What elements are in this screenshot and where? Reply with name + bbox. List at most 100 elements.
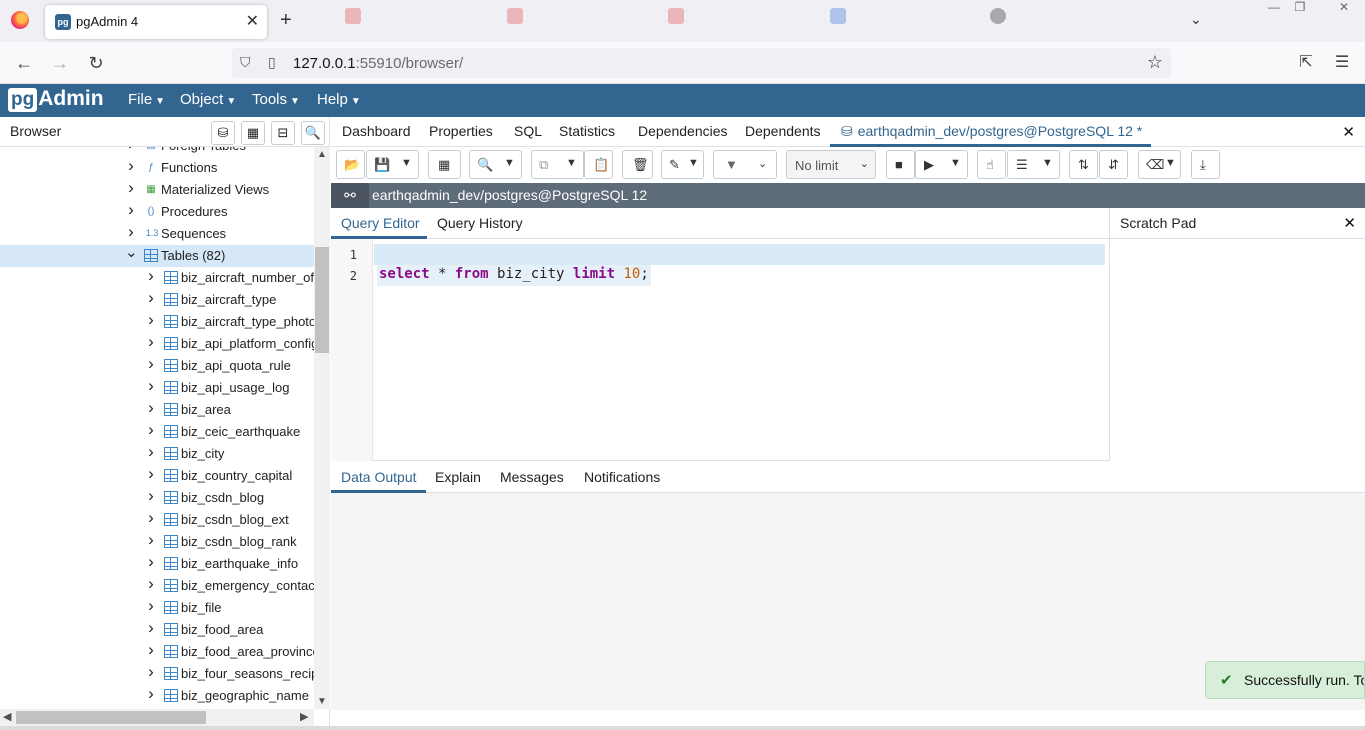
tree-item[interactable]: › biz_api_platform_config bbox=[0, 332, 314, 355]
firefox-logo-icon[interactable] bbox=[11, 11, 29, 29]
open-file-button[interactable]: 📂 bbox=[336, 150, 365, 179]
hamburger-menu-icon[interactable]: ☰ bbox=[1331, 52, 1353, 74]
chevron-down-icon[interactable]: ⌄ bbox=[125, 243, 138, 261]
new-tab-icon[interactable]: + bbox=[280, 9, 292, 31]
view-data-icon[interactable]: ▦ bbox=[241, 121, 265, 145]
tree-item[interactable]: › biz_area bbox=[0, 398, 314, 421]
tree-item[interactable]: › biz_four_seasons_recip bbox=[0, 662, 314, 685]
paste-button[interactable]: 📋 bbox=[584, 150, 613, 179]
chevron-right-icon[interactable]: › bbox=[145, 640, 157, 660]
extensions-icon[interactable]: ⇱ bbox=[1295, 52, 1317, 74]
chevron-right-icon[interactable]: › bbox=[145, 552, 157, 572]
chevron-right-icon[interactable]: › bbox=[125, 200, 137, 220]
tab-properties[interactable]: Properties bbox=[429, 123, 493, 139]
chevron-right-icon[interactable]: › bbox=[145, 574, 157, 594]
tab-sql[interactable]: SQL bbox=[514, 123, 542, 139]
tab-close-icon[interactable]: ✕ bbox=[246, 11, 259, 31]
scroll-thumb[interactable] bbox=[315, 247, 329, 353]
background-tab-favicon-icon[interactable] bbox=[507, 8, 523, 24]
find-button-group[interactable]: 🔍 ▼ bbox=[469, 150, 522, 179]
chevron-right-icon[interactable]: › bbox=[145, 310, 157, 330]
restore-icon[interactable]: ❐ bbox=[1287, 0, 1313, 16]
scroll-up-icon[interactable]: ▲ bbox=[317, 149, 327, 160]
explain-button[interactable]: ☝ bbox=[977, 150, 1006, 179]
tree-item[interactable]: › biz_aircraft_number_of bbox=[0, 266, 314, 289]
chevron-right-icon[interactable]: › bbox=[145, 662, 157, 682]
tree-item[interactable]: › biz_api_quota_rule bbox=[0, 354, 314, 377]
scroll-left-icon[interactable]: ◀ bbox=[3, 710, 11, 723]
chevron-right-icon[interactable]: › bbox=[145, 684, 157, 704]
tab-query-tool[interactable]: ⛁ earthqadmin_dev/postgres@PostgreSQL 12 … bbox=[841, 123, 1142, 140]
background-tab-favicon-icon[interactable] bbox=[668, 8, 684, 24]
tab-data-output[interactable]: Data Output bbox=[341, 469, 417, 485]
tree-item[interactable]: › biz_earthquake_info bbox=[0, 552, 314, 575]
bookmark-star-icon[interactable]: ☆ bbox=[1147, 52, 1163, 73]
url-text[interactable]: 127.0.0.1:55910/browser/ bbox=[293, 55, 463, 72]
menu-object[interactable]: Object ▼ bbox=[180, 91, 236, 108]
tree-item[interactable]: › biz_food_area bbox=[0, 618, 314, 641]
commit-button[interactable]: ⇅ bbox=[1069, 150, 1098, 179]
menu-help[interactable]: Help ▼ bbox=[317, 91, 361, 108]
chevron-right-icon[interactable]: › bbox=[145, 442, 157, 462]
minimize-icon[interactable]: — bbox=[1261, 0, 1287, 16]
chevron-right-icon[interactable]: › bbox=[145, 508, 157, 528]
reload-icon[interactable]: ↻ bbox=[85, 52, 107, 74]
scroll-thumb[interactable] bbox=[16, 711, 206, 724]
tree-item[interactable]: › biz_country_capital bbox=[0, 464, 314, 487]
forward-arrow-icon[interactable]: → bbox=[49, 52, 71, 74]
tree-vertical-scrollbar[interactable]: ▲ ▼ bbox=[314, 147, 330, 709]
tab-explain[interactable]: Explain bbox=[435, 469, 481, 485]
save-button-group[interactable]: 💾 ▼ bbox=[366, 150, 419, 179]
tree-item[interactable]: ⌄ Tables (82) bbox=[0, 243, 314, 267]
background-tab-favicon-icon[interactable] bbox=[990, 8, 1006, 24]
tab-notifications[interactable]: Notifications bbox=[584, 469, 660, 485]
tree-item[interactable]: › biz_ceic_earthquake bbox=[0, 420, 314, 443]
tab-dependencies[interactable]: Dependencies bbox=[638, 123, 728, 139]
background-tab-favicon-icon[interactable] bbox=[830, 8, 846, 24]
chevron-right-icon[interactable]: › bbox=[145, 376, 157, 396]
chevron-right-icon[interactable]: › bbox=[145, 288, 157, 308]
tab-dependents[interactable]: Dependents bbox=[745, 123, 821, 139]
scroll-right-icon[interactable]: ▶ bbox=[300, 710, 308, 723]
tab-statistics[interactable]: Statistics bbox=[559, 123, 615, 139]
tab-messages[interactable]: Messages bbox=[500, 469, 564, 485]
chevron-right-icon[interactable]: › bbox=[145, 420, 157, 440]
tab-query-editor[interactable]: Query Editor bbox=[341, 215, 420, 231]
tree-item[interactable]: › ƒ Functions bbox=[0, 156, 314, 179]
window-close-icon[interactable]: ✕ bbox=[1331, 0, 1357, 16]
filtered-rows-icon[interactable]: ⊟ bbox=[271, 121, 295, 145]
rollback-button[interactable]: ⇵ bbox=[1099, 150, 1128, 179]
execute-button-group[interactable]: ▶ ▼ bbox=[915, 150, 968, 179]
chevron-right-icon[interactable]: › bbox=[145, 354, 157, 374]
row-limit-select[interactable]: No limit ⌄ bbox=[786, 150, 876, 179]
close-icon[interactable]: ✕ bbox=[1343, 214, 1356, 232]
tree-item[interactable]: › biz_city bbox=[0, 442, 314, 465]
query-tool-icon[interactable]: ⛁ bbox=[211, 121, 235, 145]
scroll-down-icon[interactable]: ▼ bbox=[317, 696, 327, 707]
save-results-button[interactable]: ▦ bbox=[428, 150, 461, 179]
chevron-right-icon[interactable]: › bbox=[125, 156, 137, 176]
chevron-right-icon[interactable]: › bbox=[145, 530, 157, 550]
tab-dashboard[interactable]: Dashboard bbox=[342, 123, 411, 139]
edit-button-group[interactable]: ✎ ▼ bbox=[661, 150, 704, 179]
chevron-right-icon[interactable]: › bbox=[145, 596, 157, 616]
page-info-icon[interactable]: ▯ bbox=[268, 54, 276, 71]
chevron-right-icon[interactable]: › bbox=[145, 464, 157, 484]
tree-item[interactable]: › biz_geographic_name bbox=[0, 684, 314, 707]
tree-item[interactable]: › biz_api_usage_log bbox=[0, 376, 314, 399]
tree-item[interactable]: › 1.3 Sequences bbox=[0, 222, 314, 245]
chevron-right-icon[interactable]: › bbox=[145, 332, 157, 352]
tree-item[interactable]: › ▤Foreign Tables bbox=[0, 147, 314, 157]
search-objects-icon[interactable]: 🔍 bbox=[301, 121, 325, 145]
chevron-right-icon[interactable]: › bbox=[145, 266, 157, 286]
tree-item[interactable]: › biz_aircraft_type_photo bbox=[0, 310, 314, 333]
url-bar[interactable]: ⛉ ▯ 127.0.0.1:55910/browser/ ☆ bbox=[232, 48, 1171, 78]
browser-tab-active[interactable]: pg pgAdmin 4 ✕ bbox=[45, 5, 267, 39]
tracking-shield-icon[interactable]: ⛉ bbox=[240, 54, 251, 71]
delete-button[interactable]: 🗑 bbox=[622, 150, 653, 179]
close-panel-icon[interactable]: ✕ bbox=[1342, 123, 1355, 141]
back-arrow-icon[interactable]: ← bbox=[13, 52, 35, 74]
tree-item[interactable]: › biz_file bbox=[0, 596, 314, 619]
tree-item[interactable]: › biz_food_area_province bbox=[0, 640, 314, 663]
chevron-right-icon[interactable]: › bbox=[125, 178, 137, 198]
